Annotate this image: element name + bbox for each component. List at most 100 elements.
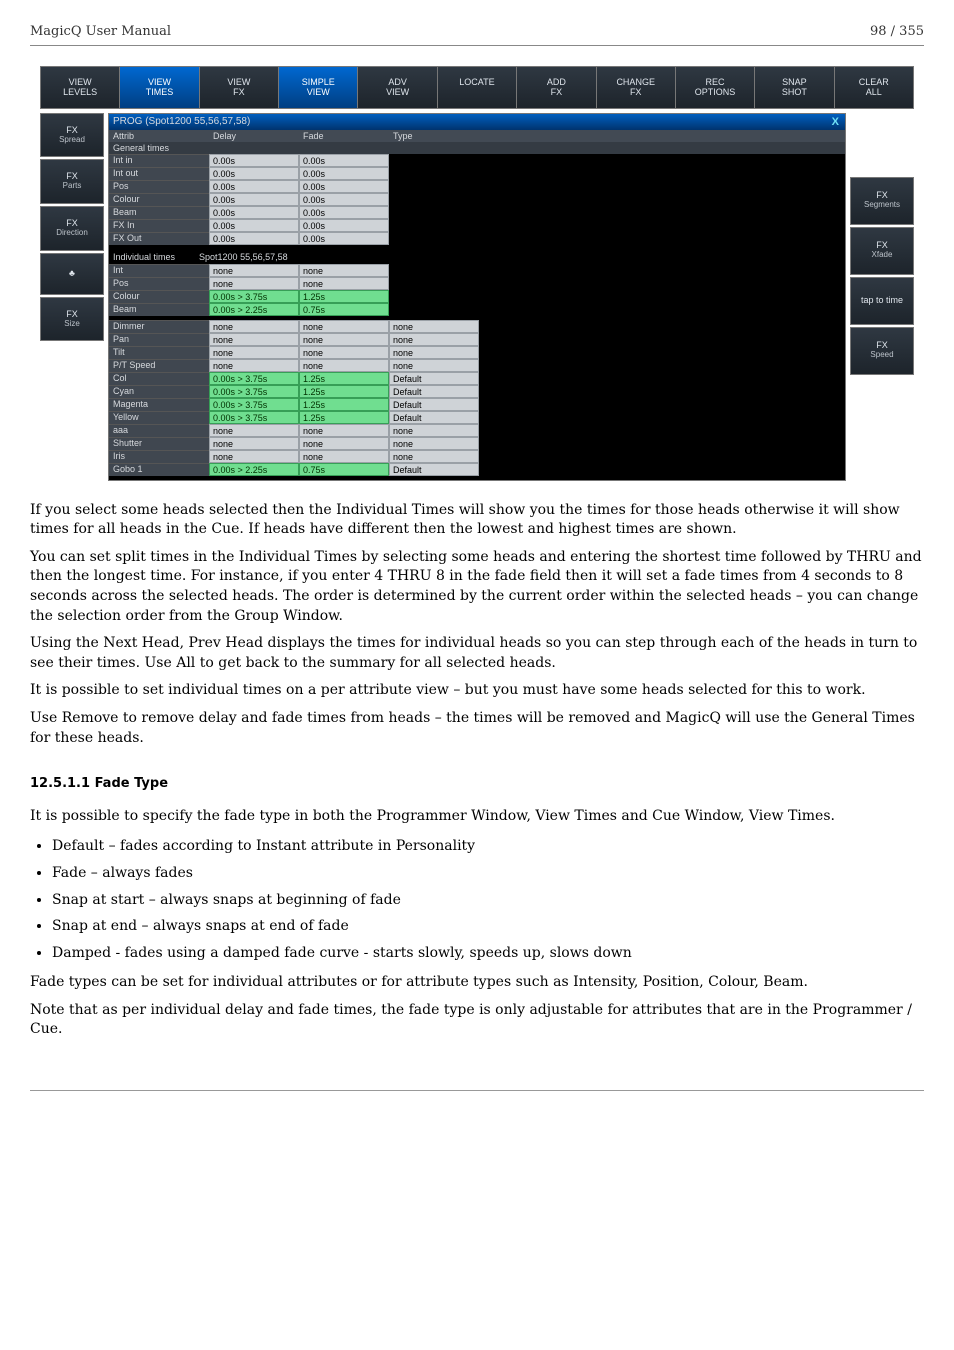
fade-cell[interactable]: none (299, 333, 389, 346)
fade-cell[interactable]: 1.25s (299, 385, 389, 398)
side-button[interactable]: FXSegments (850, 177, 914, 225)
delay-cell[interactable]: none (209, 346, 299, 359)
fade-cell[interactable]: none (299, 437, 389, 450)
fade-cell[interactable]: none (299, 424, 389, 437)
table-row[interactable]: aaanonenonenone (109, 424, 845, 437)
table-row[interactable]: Posnonenone (109, 277, 845, 290)
fade-cell[interactable]: 1.25s (299, 398, 389, 411)
top-button[interactable]: SIMPLEVIEW (279, 67, 358, 108)
delay-cell[interactable]: 0.00s (209, 154, 299, 167)
table-row[interactable]: Magenta0.00s > 3.75s1.25sDefault (109, 398, 845, 411)
top-button[interactable]: CLEARALL (835, 67, 913, 108)
fade-cell[interactable]: 0.00s (299, 206, 389, 219)
fade-cell[interactable]: 1.25s (299, 411, 389, 424)
delay-cell[interactable]: 0.00s > 3.75s (209, 385, 299, 398)
table-row[interactable]: Yellow0.00s > 3.75s1.25sDefault (109, 411, 845, 424)
delay-cell[interactable]: none (209, 333, 299, 346)
table-row[interactable]: Intnonenone (109, 264, 845, 277)
delay-cell[interactable]: 0.00s > 3.75s (209, 290, 299, 303)
fade-cell[interactable]: 0.00s (299, 180, 389, 193)
delay-cell[interactable]: 0.00s > 3.75s (209, 398, 299, 411)
table-row[interactable]: FX Out0.00s0.00s (109, 232, 845, 245)
table-row[interactable]: Tiltnonenonenone (109, 346, 845, 359)
delay-cell[interactable]: 0.00s (209, 167, 299, 180)
table-row[interactable]: Dimmernonenonenone (109, 320, 845, 333)
fade-cell[interactable]: 0.75s (299, 463, 389, 476)
delay-cell[interactable]: 0.00s > 2.25s (209, 303, 299, 316)
top-button[interactable]: VIEWTIMES (120, 67, 199, 108)
fade-cell[interactable]: 1.25s (299, 372, 389, 385)
close-icon[interactable]: X (832, 116, 841, 128)
delay-cell[interactable]: none (209, 437, 299, 450)
top-button[interactable]: SNAPSHOT (755, 67, 834, 108)
delay-cell[interactable]: none (209, 450, 299, 463)
type-cell[interactable]: none (389, 359, 479, 372)
side-button[interactable]: FXDirection (40, 206, 104, 251)
type-cell[interactable]: Default (389, 411, 479, 424)
fade-cell[interactable]: 0.00s (299, 232, 389, 245)
side-button[interactable]: tap to time (850, 277, 914, 325)
type-cell[interactable]: none (389, 346, 479, 359)
top-button[interactable]: VIEWFX (200, 67, 279, 108)
table-row[interactable]: Colour0.00s > 3.75s1.25s (109, 290, 845, 303)
type-cell[interactable]: Default (389, 463, 479, 476)
table-row[interactable]: Colour0.00s0.00s (109, 193, 845, 206)
table-row[interactable]: Pannonenonenone (109, 333, 845, 346)
delay-cell[interactable]: none (209, 424, 299, 437)
fade-cell[interactable]: 0.75s (299, 303, 389, 316)
top-button[interactable]: ADDFX (517, 67, 596, 108)
table-row[interactable]: Int out0.00s0.00s (109, 167, 845, 180)
delay-cell[interactable]: 0.00s (209, 193, 299, 206)
top-button[interactable]: VIEWLEVELS (41, 67, 120, 108)
fade-cell[interactable]: 0.00s (299, 193, 389, 206)
delay-cell[interactable]: 0.00s > 3.75s (209, 411, 299, 424)
table-row[interactable]: Pos0.00s0.00s (109, 180, 845, 193)
delay-cell[interactable]: 0.00s (209, 232, 299, 245)
fade-cell[interactable]: 0.00s (299, 154, 389, 167)
delay-cell[interactable]: 0.00s (209, 180, 299, 193)
fade-cell[interactable]: none (299, 359, 389, 372)
side-button[interactable]: FXSpread (40, 113, 104, 158)
delay-cell[interactable]: 0.00s (209, 206, 299, 219)
side-button[interactable]: FXXfade (850, 227, 914, 275)
fade-cell[interactable]: none (299, 346, 389, 359)
top-button[interactable]: RECOPTIONS (676, 67, 755, 108)
type-cell[interactable]: none (389, 333, 479, 346)
fade-cell[interactable]: none (299, 320, 389, 333)
top-button[interactable]: LOCATE (438, 67, 517, 108)
side-button[interactable]: ♣ (40, 253, 104, 295)
delay-cell[interactable]: none (209, 359, 299, 372)
fade-cell[interactable]: none (299, 264, 389, 277)
table-row[interactable]: Col0.00s > 3.75s1.25sDefault (109, 372, 845, 385)
delay-cell[interactable]: none (209, 277, 299, 290)
table-row[interactable]: P/T Speednonenonenone (109, 359, 845, 372)
type-cell[interactable]: Default (389, 385, 479, 398)
table-row[interactable]: Beam0.00s0.00s (109, 206, 845, 219)
fade-cell[interactable]: 1.25s (299, 290, 389, 303)
fade-cell[interactable]: none (299, 450, 389, 463)
delay-cell[interactable]: 0.00s (209, 219, 299, 232)
delay-cell[interactable]: none (209, 320, 299, 333)
table-row[interactable]: Irisnonenonenone (109, 450, 845, 463)
type-cell[interactable]: Default (389, 372, 479, 385)
table-row[interactable]: Cyan0.00s > 3.75s1.25sDefault (109, 385, 845, 398)
table-row[interactable]: Int in0.00s0.00s (109, 154, 845, 167)
type-cell[interactable]: Default (389, 398, 479, 411)
delay-cell[interactable]: 0.00s > 3.75s (209, 372, 299, 385)
top-button[interactable]: CHANGEFX (597, 67, 676, 108)
type-cell[interactable]: none (389, 437, 479, 450)
side-button[interactable]: FXSpeed (850, 327, 914, 375)
type-cell[interactable]: none (389, 450, 479, 463)
fade-cell[interactable]: none (299, 277, 389, 290)
side-button[interactable]: FXParts (40, 159, 104, 204)
delay-cell[interactable]: 0.00s > 2.25s (209, 463, 299, 476)
table-row[interactable]: Shutternonenonenone (109, 437, 845, 450)
fade-cell[interactable]: 0.00s (299, 167, 389, 180)
table-row[interactable]: Beam0.00s > 2.25s0.75s (109, 303, 845, 316)
type-cell[interactable]: none (389, 424, 479, 437)
table-row[interactable]: Gobo 10.00s > 2.25s0.75sDefault (109, 463, 845, 476)
delay-cell[interactable]: none (209, 264, 299, 277)
side-button[interactable]: FXSize (40, 297, 104, 342)
table-row[interactable]: FX In0.00s0.00s (109, 219, 845, 232)
fade-cell[interactable]: 0.00s (299, 219, 389, 232)
